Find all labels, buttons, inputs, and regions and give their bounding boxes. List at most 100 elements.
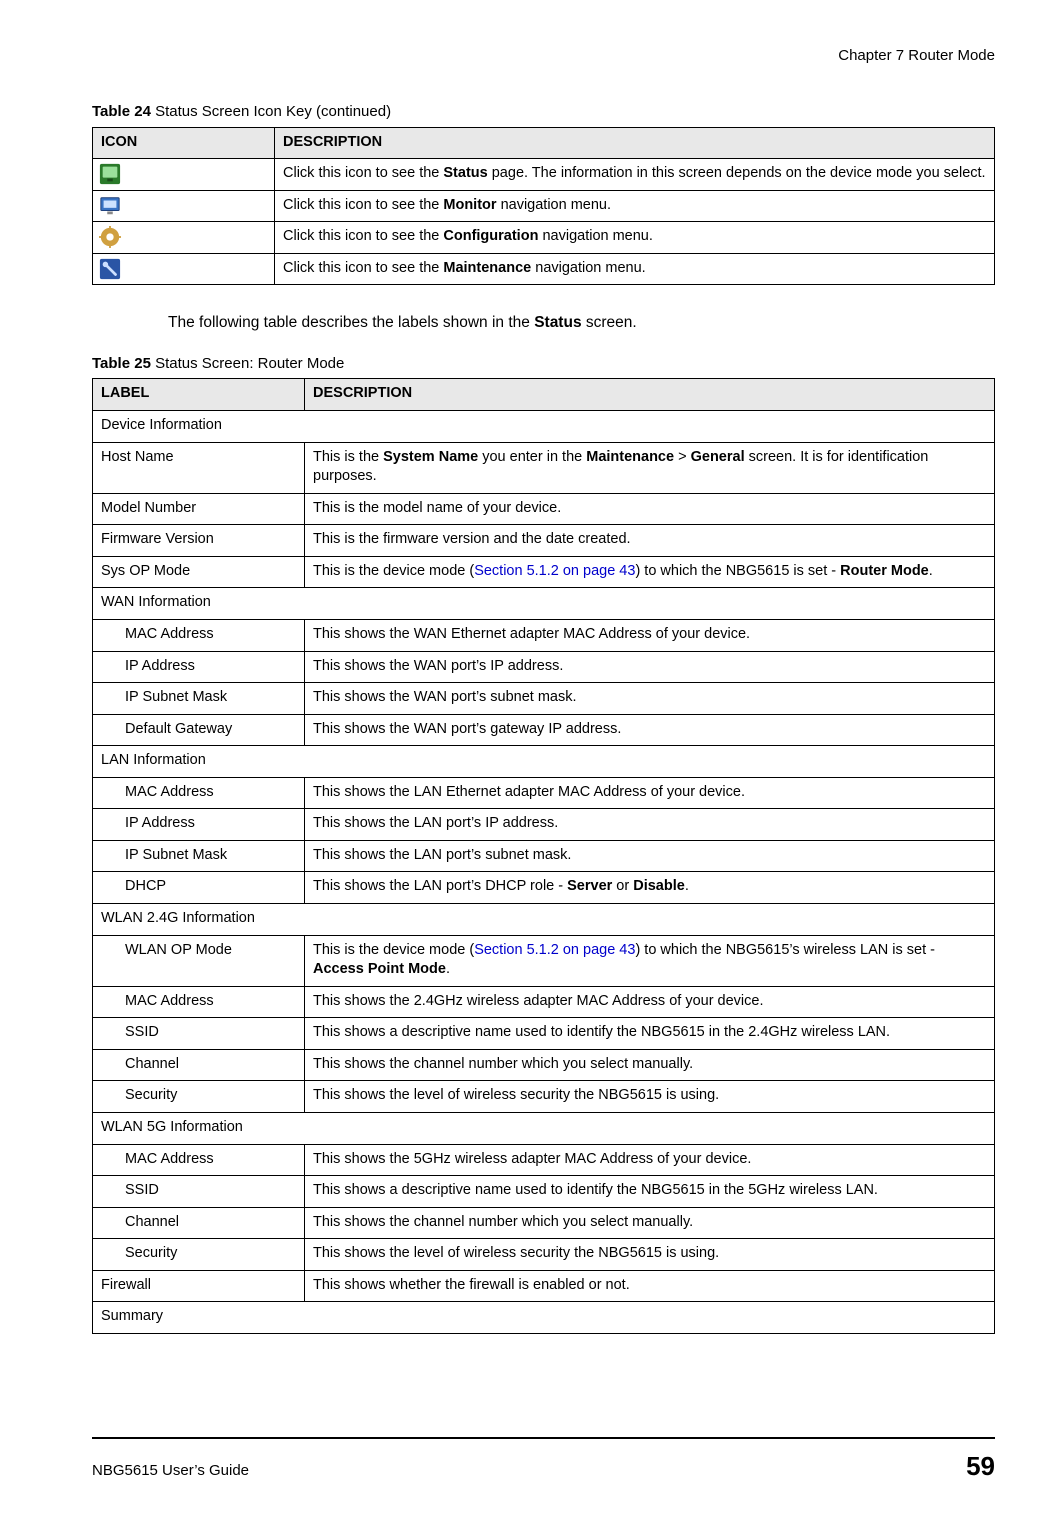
- row-label: Firmware Version: [93, 525, 305, 557]
- row-label: IP Subnet Mask: [93, 683, 305, 715]
- row-desc: This shows the channel number which you …: [305, 1207, 995, 1239]
- table-row: Host NameThis is the System Name you ent…: [93, 442, 995, 493]
- row-desc: This shows the WAN Ethernet adapter MAC …: [305, 619, 995, 651]
- row-label: IP Subnet Mask: [93, 840, 305, 872]
- table-row: IP AddressThis shows the WAN port’s IP a…: [93, 651, 995, 683]
- desc-text: ) to which the NBG5615 is set -: [635, 563, 840, 579]
- row-desc: This shows the LAN Ethernet adapter MAC …: [305, 777, 995, 809]
- row-desc: This shows the WAN port’s IP address.: [305, 651, 995, 683]
- table25-head-desc: DESCRIPTION: [305, 379, 995, 411]
- configuration-icon: [99, 226, 121, 248]
- table-row: SecurityThis shows the level of wireless…: [93, 1239, 995, 1271]
- section-label: LAN Information: [93, 746, 995, 778]
- icon-cell: [93, 253, 275, 285]
- cross-reference-link[interactable]: Section 5.1.2 on page 43: [474, 563, 635, 579]
- table25-head-label: LABEL: [93, 379, 305, 411]
- desc-text: .: [685, 878, 689, 894]
- row-desc: This shows the 2.4GHz wireless adapter M…: [305, 986, 995, 1018]
- row-label: Host Name: [93, 442, 305, 493]
- row-label: Security: [93, 1239, 305, 1271]
- table-row: SecurityThis shows the level of wireless…: [93, 1081, 995, 1113]
- table-row: WLAN 2.4G Information: [93, 904, 995, 936]
- table-row: MAC AddressThis shows the 5GHz wireless …: [93, 1144, 995, 1176]
- desc-bold: Disable: [633, 878, 685, 894]
- table-row: Sys OP ModeThis is the device mode (Sect…: [93, 556, 995, 588]
- row-label: DHCP: [93, 872, 305, 904]
- table-row: DHCPThis shows the LAN port’s DHCP role …: [93, 872, 995, 904]
- section-label: Summary: [93, 1302, 995, 1334]
- table-row: MAC AddressThis shows the LAN Ethernet a…: [93, 777, 995, 809]
- row-label: MAC Address: [93, 986, 305, 1018]
- maintenance-icon: [99, 258, 121, 280]
- row-label: MAC Address: [93, 1144, 305, 1176]
- table24-caption-text: Status Screen Icon Key (continued): [155, 103, 391, 120]
- table-row: Click this icon to see the Monitor navig…: [93, 190, 995, 222]
- chapter-header: Chapter 7 Router Mode: [92, 46, 995, 66]
- desc-text: This shows the LAN port’s DHCP role -: [313, 878, 567, 894]
- table-row: Firmware VersionThis is the firmware ver…: [93, 525, 995, 557]
- desc-text: Click this icon to see the: [283, 260, 443, 276]
- desc-bold: Access Point Mode: [313, 961, 446, 977]
- table-row: MAC AddressThis shows the WAN Ethernet a…: [93, 619, 995, 651]
- desc-text: navigation menu.: [538, 228, 652, 244]
- table-row: SSIDThis shows a descriptive name used t…: [93, 1176, 995, 1208]
- monitor-icon: [99, 195, 121, 217]
- cross-reference-link[interactable]: Section 5.1.2 on page 43: [474, 942, 635, 958]
- desc-bold: Server: [567, 878, 612, 894]
- table24-caption-prefix: Table 24: [92, 103, 155, 120]
- table-row: Click this icon to see the Status page. …: [93, 159, 995, 191]
- desc-bold: System Name: [383, 449, 478, 465]
- row-desc: This shows the 5GHz wireless adapter MAC…: [305, 1144, 995, 1176]
- icon-desc: Click this icon to see the Maintenance n…: [275, 253, 995, 285]
- table24-caption: Table 24 Status Screen Icon Key (continu…: [92, 102, 995, 122]
- row-label: WLAN OP Mode: [93, 935, 305, 986]
- row-label: MAC Address: [93, 777, 305, 809]
- row-label: Channel: [93, 1049, 305, 1081]
- row-desc: This shows the LAN port’s DHCP role - Se…: [305, 872, 995, 904]
- desc-bold: Router Mode: [840, 563, 929, 579]
- desc-bold: Maintenance: [443, 260, 531, 276]
- intro-text: The following table describes the labels…: [168, 313, 995, 334]
- intro-text-bold: Status: [534, 314, 581, 331]
- row-label: Default Gateway: [93, 714, 305, 746]
- row-label: Firewall: [93, 1270, 305, 1302]
- icon-desc: Click this icon to see the Configuration…: [275, 222, 995, 254]
- table-row: Summary: [93, 1302, 995, 1334]
- table-row: SSIDThis shows a descriptive name used t…: [93, 1018, 995, 1050]
- icon-cell: [93, 190, 275, 222]
- row-desc: This shows the channel number which you …: [305, 1049, 995, 1081]
- row-label: MAC Address: [93, 619, 305, 651]
- row-label: Model Number: [93, 493, 305, 525]
- icon-cell: [93, 159, 275, 191]
- intro-text-pre: The following table describes the labels…: [168, 314, 534, 331]
- table-row: IP AddressThis shows the LAN port’s IP a…: [93, 809, 995, 841]
- desc-text: Click this icon to see the: [283, 197, 443, 213]
- desc-bold: Monitor: [443, 197, 496, 213]
- desc-text: or: [612, 878, 633, 894]
- section-label: WLAN 5G Information: [93, 1112, 995, 1144]
- table-row: ChannelThis shows the channel number whi…: [93, 1049, 995, 1081]
- row-label: Sys OP Mode: [93, 556, 305, 588]
- section-label: Device Information: [93, 411, 995, 443]
- row-desc: This is the device mode (Section 5.1.2 o…: [305, 935, 995, 986]
- icon-desc: Click this icon to see the Monitor navig…: [275, 190, 995, 222]
- row-desc: This shows a descriptive name used to id…: [305, 1018, 995, 1050]
- section-label: WAN Information: [93, 588, 995, 620]
- desc-text: navigation menu.: [497, 197, 611, 213]
- table-row: ChannelThis shows the channel number whi…: [93, 1207, 995, 1239]
- desc-bold: Configuration: [443, 228, 538, 244]
- row-desc: This shows the level of wireless securit…: [305, 1081, 995, 1113]
- desc-text: >: [674, 449, 691, 465]
- desc-bold: Maintenance: [586, 449, 674, 465]
- table-row: Device Information: [93, 411, 995, 443]
- row-desc: This shows the level of wireless securit…: [305, 1239, 995, 1271]
- row-label: IP Address: [93, 809, 305, 841]
- table-row: IP Subnet MaskThis shows the LAN port’s …: [93, 840, 995, 872]
- row-desc: This shows the WAN port’s gateway IP add…: [305, 714, 995, 746]
- table-row: Click this icon to see the Maintenance n…: [93, 253, 995, 285]
- desc-bold: General: [691, 449, 745, 465]
- desc-text: navigation menu.: [531, 260, 645, 276]
- row-label: Security: [93, 1081, 305, 1113]
- table24-head-desc: DESCRIPTION: [275, 127, 995, 159]
- desc-text: you enter in the: [478, 449, 586, 465]
